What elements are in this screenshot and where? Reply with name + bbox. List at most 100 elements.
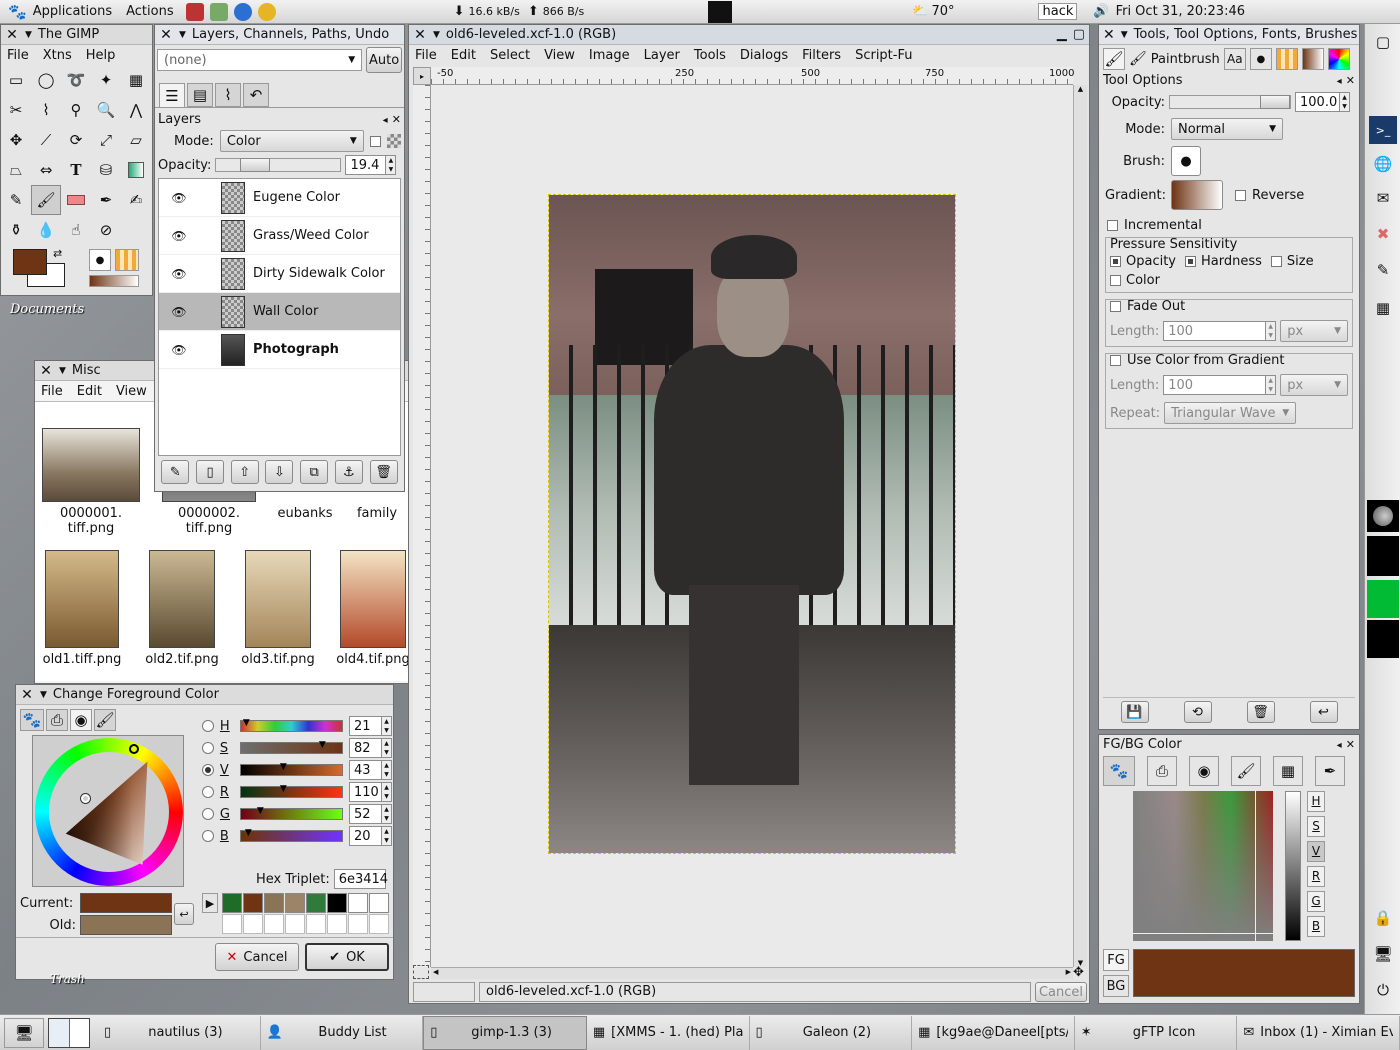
rect-select-icon[interactable]: ▭ (1, 65, 31, 95)
scroll-up-icon[interactable]: ▲ (1074, 85, 1087, 93)
tool-opacity-slider[interactable] (1169, 95, 1291, 109)
mail-icon[interactable]: ✉ (1369, 184, 1397, 212)
menu-triangle-icon[interactable]: ▼ (40, 688, 47, 702)
crop-icon[interactable]: ⟋ (31, 125, 61, 155)
minimize-icon[interactable]: ▁ (1057, 27, 1067, 42)
task-button[interactable]: ▦ [kg9ae@Daneel[pts/0 (912, 1015, 1075, 1050)
layer-row[interactable]: 👁 Grass/Weed Color (159, 217, 400, 255)
history-swatch[interactable] (222, 914, 242, 934)
magnify-icon[interactable]: 🔍 (91, 95, 121, 125)
workspace-applet[interactable] (708, 0, 733, 23)
image-menu-view[interactable]: View (544, 48, 575, 63)
menu-view[interactable]: View (116, 384, 147, 399)
channel-slider-s[interactable]: ▼ (239, 741, 343, 754)
menu-triangle-icon[interactable]: ▼ (1121, 28, 1128, 42)
slider-marker-icon[interactable]: ▼ (319, 741, 326, 750)
brush-select-button[interactable]: ● (1171, 146, 1201, 176)
menu-xtns[interactable]: Xtns (43, 48, 72, 63)
ink-icon[interactable]: ✍ (121, 185, 151, 215)
eye-icon[interactable]: 👁 (165, 343, 193, 357)
image-menu-image[interactable]: Image (589, 48, 630, 63)
color-select-icon[interactable]: ▦ (121, 65, 151, 95)
hex-input[interactable]: 6e3414 (333, 869, 388, 889)
history-swatch[interactable] (327, 893, 347, 913)
canvas-area[interactable] (431, 85, 1073, 967)
quick-mask-icon[interactable] (413, 965, 429, 979)
history-swatch[interactable] (348, 893, 368, 913)
reverse-checkbox[interactable] (1235, 189, 1246, 201)
layer-row[interactable]: 👁 Wall Color (159, 293, 400, 331)
fade-length-spin[interactable]: 100 ▲ ▼ (1163, 321, 1277, 341)
keep-transparency-checkbox[interactable] (369, 135, 381, 147)
history-swatch[interactable] (306, 893, 326, 913)
eye-icon[interactable]: 👁 (165, 229, 193, 243)
tools-icon[interactable]: ✖ (1369, 220, 1397, 248)
menu-help[interactable]: Help (86, 48, 116, 63)
history-swatch[interactable] (285, 893, 305, 913)
layer-row[interactable]: 👁 Eugene Color (159, 179, 400, 217)
nav-icon[interactable]: ✥ (1073, 965, 1089, 981)
channel-slider-v[interactable]: ▼ (239, 763, 343, 776)
hostname-button[interactable]: hack (1038, 3, 1078, 20)
layers-titlebar[interactable]: ✕ ▼ Layers, Channels, Paths, Undo (155, 25, 404, 45)
bg-button[interactable]: BG (1103, 975, 1129, 997)
palette-tab-icon[interactable]: ▦ (1273, 756, 1303, 786)
use-gradient-checkbox[interactable] (1110, 355, 1121, 366)
tool-opacity-spin[interactable]: 100.0 ▲ ▼ (1295, 92, 1350, 112)
channel-radio-s[interactable] (202, 742, 214, 754)
channel-spin[interactable]: 52 ▲ ▼ (349, 804, 392, 824)
spin-arrows-icon[interactable]: ▲ ▼ (1265, 321, 1277, 341)
scales-tab-icon[interactable]: 🐾 (1103, 756, 1135, 786)
image-menu-file[interactable]: File (415, 48, 437, 63)
close-icon[interactable]: ✕ (392, 113, 401, 126)
spin-arrows-icon[interactable]: ▲ ▼ (1265, 375, 1277, 395)
history-swatch[interactable] (369, 893, 389, 913)
menu-triangle-icon[interactable]: ▼ (59, 364, 66, 378)
shear-icon[interactable]: ▱ (121, 125, 151, 155)
slider-thumb[interactable] (240, 158, 271, 172)
delete-layer-icon[interactable]: 🗑 (369, 460, 398, 484)
horizontal-ruler[interactable]: -50 250 500 750 1000 (431, 67, 1074, 85)
scroll-left-icon[interactable]: ◀ (433, 968, 438, 976)
slider-marker-icon[interactable]: ▼ (280, 785, 287, 794)
paths-icon[interactable]: ⌇ (31, 95, 61, 125)
channel-radio-v[interactable] (202, 764, 214, 776)
menu-arrow-icon[interactable]: ◂ (1337, 740, 1342, 751)
swap-colors-icon[interactable]: ⇄ (53, 247, 62, 260)
ps-size-checkbox[interactable] (1270, 256, 1282, 267)
image-menu-tools[interactable]: Tools (694, 48, 726, 63)
close-icon[interactable]: ✕ (20, 688, 34, 702)
brushes-tab-icon[interactable]: ● (1249, 48, 1272, 70)
horizontal-scrollbar[interactable]: ◀ ▶ (431, 967, 1073, 979)
maximize-icon[interactable]: ▢ (1073, 27, 1085, 42)
launcher-icon[interactable] (209, 2, 228, 21)
channel-slider-r[interactable]: ▼ (239, 785, 343, 798)
file-item[interactable]: old4.tif.png (333, 550, 413, 667)
channel-slider-h[interactable]: ▼ (239, 719, 343, 732)
logout-icon[interactable]: ⏻ (1369, 976, 1397, 1004)
revert-color-icon[interactable]: ↩ (174, 903, 194, 925)
status-cancel-button[interactable]: Cancel (1035, 982, 1087, 1002)
applications-menu[interactable]: Applications (33, 4, 112, 19)
airbrush-icon[interactable]: ✒ (91, 185, 121, 215)
grad-length-spin[interactable]: 100 ▲ ▼ (1163, 375, 1277, 395)
task-button[interactable]: ▯ Galeon (2) (750, 1015, 913, 1050)
channel-value[interactable]: 82 (349, 738, 381, 758)
channel-spin[interactable]: 21 ▲ ▼ (349, 716, 392, 736)
new-layer-icon[interactable]: ▯ (196, 460, 225, 484)
window-list-icon[interactable]: ▢ (1369, 28, 1397, 56)
close-icon[interactable]: ✕ (1346, 738, 1355, 751)
workspace-switcher[interactable] (48, 1017, 90, 1048)
task-button[interactable]: ▯ gimp-1.3 (3) (423, 1015, 587, 1050)
launcher-icon[interactable] (257, 2, 276, 21)
pencil-icon[interactable]: ✎ (1, 185, 31, 215)
clock[interactable]: Fri Oct 31, 20:23:46 (1116, 4, 1245, 19)
file-item[interactable]: old3.tif.png (235, 550, 321, 667)
actions-menu[interactable]: Actions (126, 4, 174, 19)
delete-options-icon[interactable]: 🗑 (1246, 701, 1275, 723)
history-swatch[interactable] (306, 914, 326, 934)
terminal-icon[interactable]: >_ (1369, 116, 1397, 144)
menu-triangle-icon[interactable]: ▼ (433, 28, 440, 42)
grad-unit-combo[interactable]: px ▼ (1280, 374, 1348, 396)
layer-opacity-slider[interactable] (215, 158, 342, 172)
